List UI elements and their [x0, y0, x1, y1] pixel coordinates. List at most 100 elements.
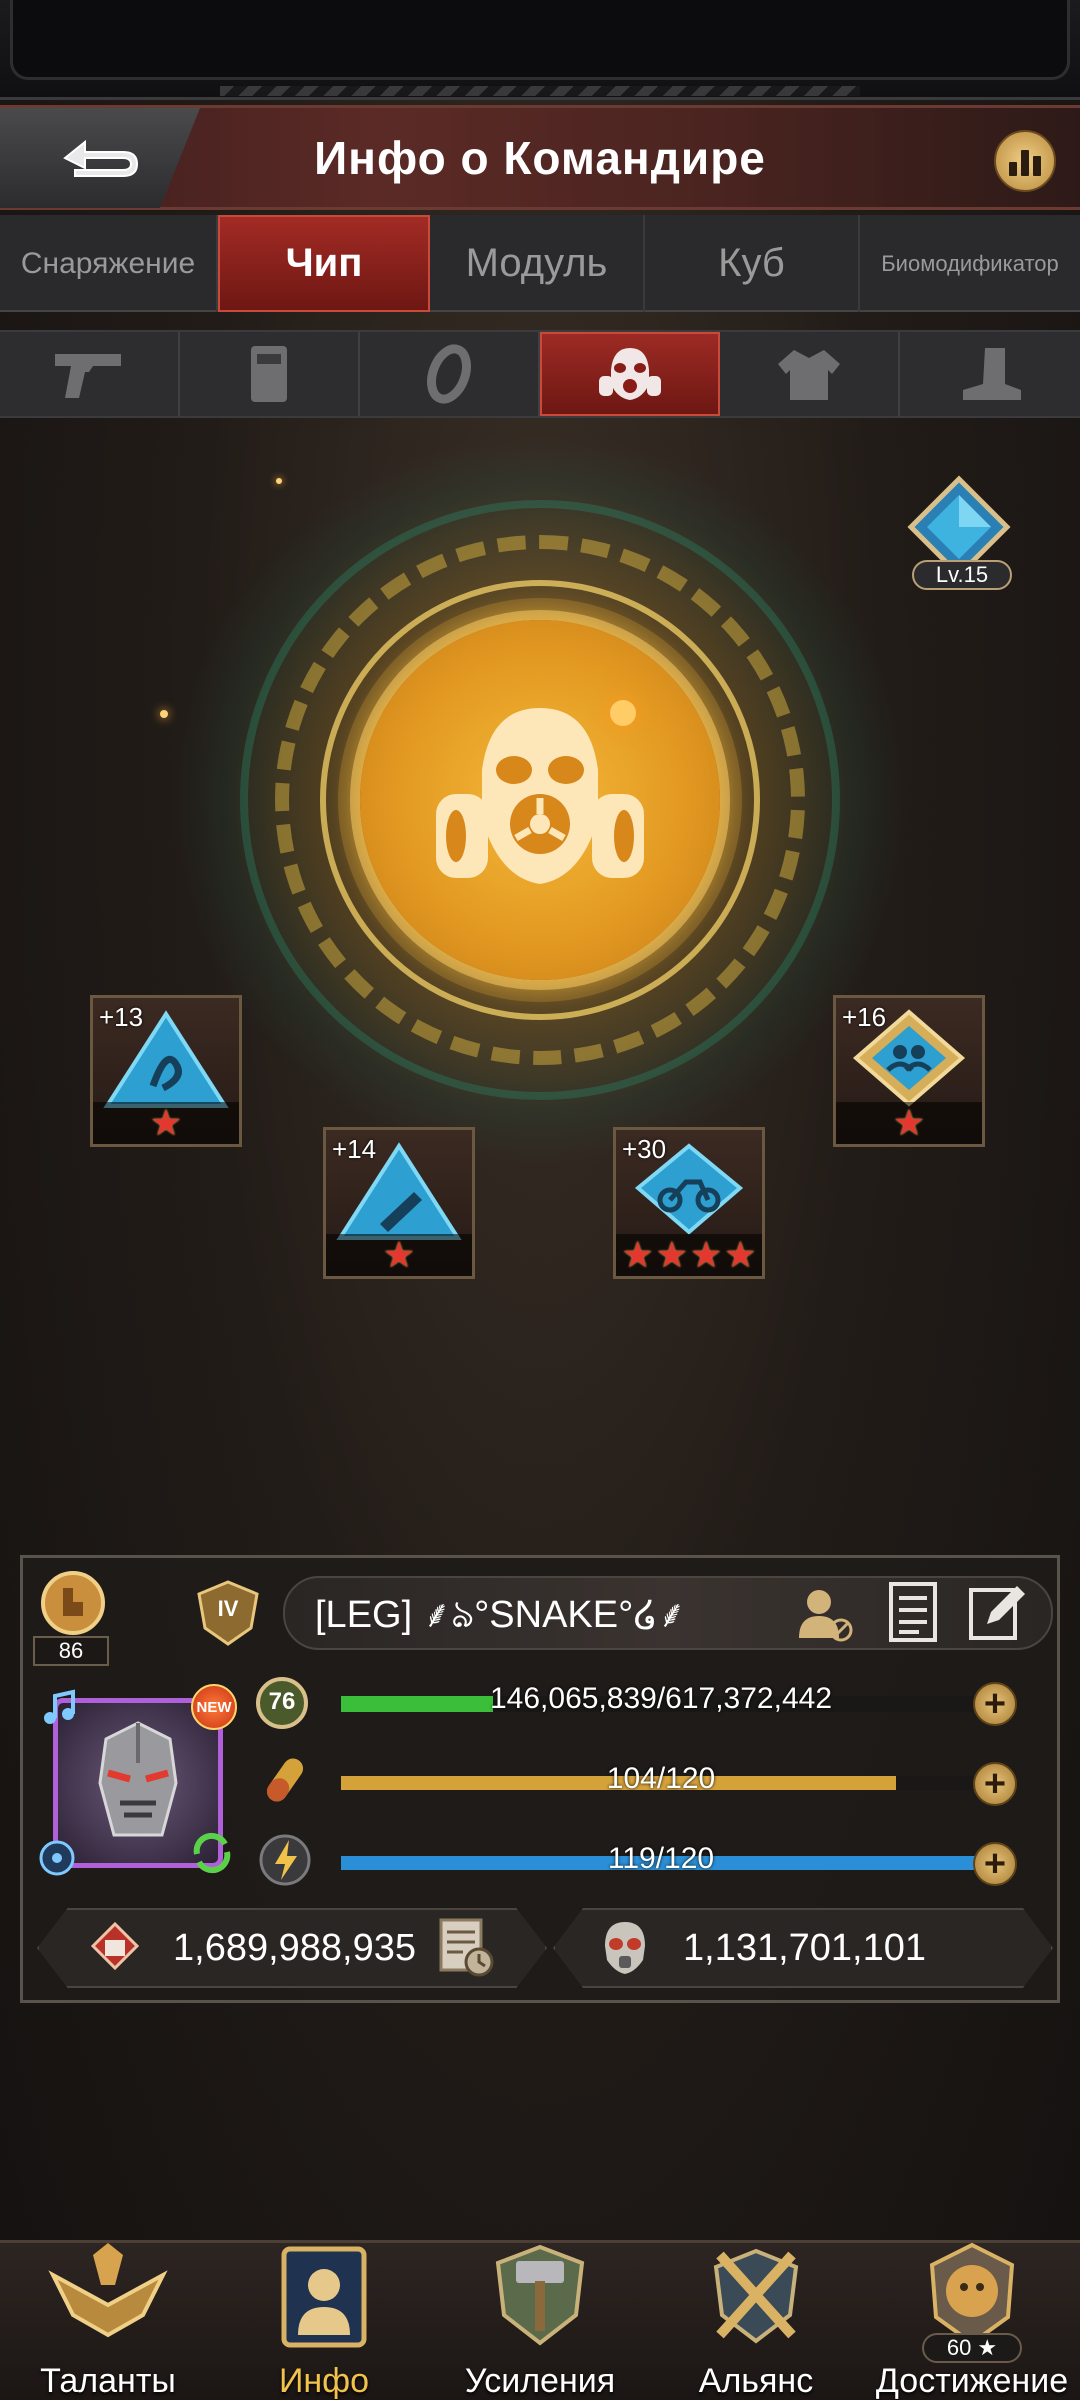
kills-skull-mask-icon	[605, 1922, 645, 1974]
chip-slot-3[interactable]: +30 ★ ★ ★ ★	[613, 1127, 765, 1279]
slot-boots[interactable]	[900, 332, 1080, 416]
stamina-capsule-icon	[266, 1758, 304, 1802]
power-fist-icon	[90, 1921, 140, 1971]
gas-mask-icon	[599, 348, 661, 400]
rank-medal-icon[interactable]	[33, 1568, 113, 1638]
add-energy-button[interactable]: +	[973, 1842, 1017, 1886]
commander-info-icon	[281, 2246, 367, 2348]
slot-mask[interactable]	[540, 332, 720, 416]
spark	[276, 478, 282, 484]
spark	[160, 710, 168, 718]
commander-name: [LEG] ⸙ঌ°SNAKE°໒⸙	[315, 1594, 687, 1636]
star-icon: ★	[690, 1234, 723, 1275]
commander-panel: 86 IV [LEG] ⸙ঌ°SNAKE°໒⸙ NEW 76 146,065,8…	[20, 1555, 1060, 2003]
level-badge: 76	[247, 1670, 317, 1736]
add-exp-button[interactable]: +	[973, 1682, 1017, 1726]
tab-biomodifier[interactable]: Биомодификатор	[860, 215, 1080, 312]
chip-slot-2[interactable]: +14 ★	[323, 1127, 475, 1279]
armor-plate-icon	[251, 346, 287, 402]
gas-mask-emblem-icon	[436, 708, 644, 884]
chip-plus: +13	[99, 1002, 144, 1032]
nav-icon-wrap	[43, 2235, 173, 2355]
refresh-icon	[193, 1832, 231, 1874]
star-icon: ★	[382, 1234, 416, 1275]
nav-talents[interactable]: Таланты	[0, 2243, 216, 2400]
nav-boosts[interactable]: Усиления	[432, 2243, 648, 2400]
top-frame	[0, 0, 1080, 100]
nav-achievement[interactable]: 60 ★ Достижение	[864, 2242, 1080, 2400]
boot-icon	[963, 348, 1021, 400]
jacket-icon	[778, 350, 840, 400]
tab-chip[interactable]: Чип	[218, 215, 430, 312]
hammer-shield-icon	[495, 2244, 585, 2346]
chip-stars: ★	[836, 1102, 982, 1144]
bar-chart-icon	[1009, 162, 1017, 176]
stamina-value: 104/120	[606, 1762, 716, 1795]
nav-label: Усиления	[464, 2362, 616, 2400]
chip-slot-4[interactable]: +16 ★	[833, 995, 985, 1147]
pistol-icon	[55, 354, 121, 398]
list-document-icon[interactable]	[883, 1580, 943, 1644]
chip-slot-1[interactable]: +13 ★	[90, 995, 242, 1147]
star-icon: ★	[621, 1234, 654, 1275]
eagle-emblem-icon	[48, 2243, 168, 2338]
tab-module[interactable]: Модуль	[430, 215, 645, 312]
kills-value: 1,131,701,101	[683, 1927, 927, 1969]
bar-chart-icon-bar	[1021, 150, 1029, 176]
slot-jacket[interactable]	[720, 332, 900, 416]
ring-icon	[427, 344, 471, 404]
top-frame-inner	[10, 0, 1070, 80]
nav-icon-wrap	[691, 2235, 821, 2355]
music-note-icon	[44, 1689, 75, 1724]
chip-core[interactable]	[360, 620, 720, 980]
slot-armor[interactable]	[180, 332, 360, 416]
slot-bar	[0, 330, 1080, 418]
nav-icon-wrap	[475, 2235, 605, 2355]
page-title: Инфо о Командире	[314, 132, 766, 184]
profile-lock-icon[interactable]	[793, 1582, 857, 1646]
rank-number: 86	[33, 1636, 109, 1666]
chip-level-label: Lv.15	[912, 560, 1012, 590]
vip-level: IV	[217, 1596, 239, 1621]
vip-badge[interactable]: IV	[193, 1580, 263, 1646]
bottom-nav: Таланты Инфо Усиления Альянс 60 ★ Достиж…	[0, 2240, 1080, 2400]
exp-value: 146,065,839/617,372,442	[490, 1682, 832, 1715]
commander-level: 76	[268, 1688, 296, 1715]
spark	[610, 700, 636, 726]
chip-plus: +30	[622, 1134, 667, 1164]
nav-alliance[interactable]: Альянс	[648, 2243, 864, 2400]
back-arrow-icon	[63, 139, 139, 177]
energy-bolt-icon	[259, 1834, 311, 1886]
add-stamina-button[interactable]: +	[973, 1762, 1017, 1806]
nav-label: Таланты	[40, 2362, 176, 2400]
nav-info[interactable]: Инфо	[216, 2243, 432, 2400]
power-detail-icon[interactable]	[433, 1916, 497, 1980]
edit-icon[interactable]	[965, 1580, 1029, 1644]
tab-equipment[interactable]: Снаряжение	[0, 215, 218, 312]
chip-stars: ★ ★ ★ ★	[616, 1234, 762, 1276]
tab-bar: Снаряжение Чип Модуль Куб Биомодификатор	[0, 215, 1080, 312]
hazard-stripe	[220, 86, 860, 96]
nav-label: Достижение	[875, 2362, 1069, 2400]
star-icon: ★	[149, 1102, 183, 1143]
energy-value: 119/120	[607, 1842, 715, 1875]
stats-button[interactable]	[994, 130, 1056, 192]
bar-chart-icon-bar	[1033, 156, 1041, 176]
avatar-new-badge: NEW	[191, 1684, 237, 1730]
avatar[interactable]: NEW	[37, 1684, 237, 1878]
slot-weapon[interactable]	[0, 332, 180, 416]
star-icon: ★	[655, 1234, 688, 1275]
chip-plus: +14	[332, 1134, 377, 1164]
chip-stars: ★	[93, 1102, 239, 1144]
tab-cube[interactable]: Куб	[645, 215, 860, 312]
slot-ring[interactable]	[360, 332, 540, 416]
nav-label: Инфо	[278, 2362, 370, 2400]
disc-icon	[39, 1840, 75, 1876]
achievement-count-badge: 60 ★	[922, 2333, 1022, 2363]
star-icon: ★	[724, 1234, 757, 1275]
chip-stars: ★	[326, 1234, 472, 1276]
chip-plus: +16	[842, 1002, 887, 1032]
back-button[interactable]	[0, 108, 200, 208]
power-value: 1,689,988,935	[173, 1927, 417, 1969]
header-bar: Инфо о Командире	[0, 105, 1080, 210]
